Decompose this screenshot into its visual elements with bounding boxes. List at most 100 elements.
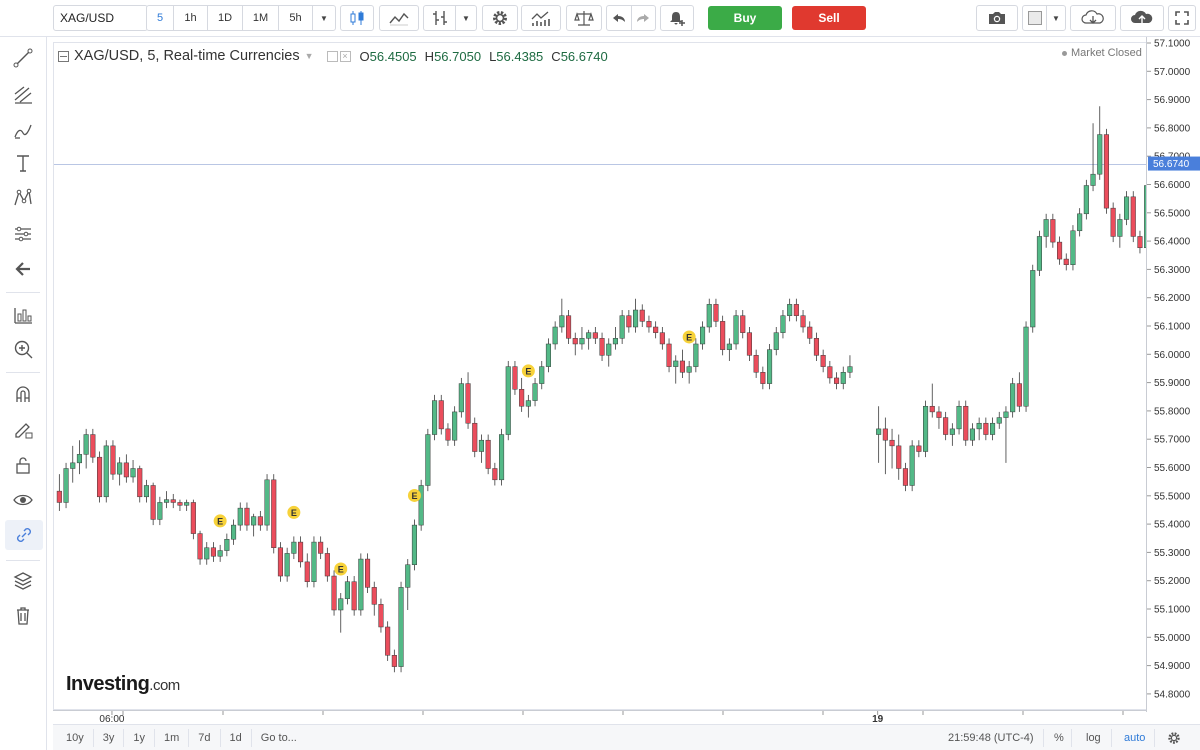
goto-button[interactable]: Go to... bbox=[252, 729, 306, 747]
back-tool[interactable] bbox=[8, 254, 38, 284]
candle-body bbox=[110, 445, 116, 475]
candle bbox=[686, 360, 692, 384]
sell-button[interactable]: Sell bbox=[792, 6, 866, 30]
candle-body bbox=[545, 343, 551, 367]
range-1m[interactable]: 1m bbox=[155, 728, 190, 747]
candle-body bbox=[217, 550, 223, 557]
candle bbox=[929, 383, 935, 418]
color-swatch-icon bbox=[1027, 11, 1042, 25]
candle bbox=[552, 321, 558, 350]
undo-button[interactable] bbox=[607, 6, 632, 30]
save-chart-button[interactable] bbox=[1120, 5, 1164, 31]
candle-body bbox=[916, 445, 922, 452]
fullscreen-button[interactable] bbox=[1168, 5, 1196, 31]
buy-button[interactable]: Buy bbox=[708, 6, 782, 30]
snapshot-button[interactable] bbox=[976, 5, 1018, 31]
object-tree-tool[interactable] bbox=[8, 566, 38, 596]
candle-body bbox=[1083, 185, 1089, 215]
interval-1m[interactable]: 1M bbox=[243, 6, 279, 30]
auto-toggle[interactable]: auto bbox=[1124, 725, 1145, 750]
clock[interactable]: 21:59:48 (UTC-4) bbox=[948, 725, 1034, 750]
candle-body bbox=[103, 445, 109, 498]
time-axis[interactable]: 06:00 19 bbox=[53, 710, 1146, 725]
candle bbox=[1130, 191, 1136, 243]
chart-pane[interactable]: E E E E E E bbox=[53, 42, 1163, 711]
candle bbox=[693, 338, 699, 373]
candle bbox=[505, 360, 511, 441]
candle-body bbox=[1057, 241, 1063, 260]
candle-body bbox=[813, 338, 820, 356]
range-3y[interactable]: 3y bbox=[94, 728, 125, 747]
interval-5[interactable]: 5 bbox=[147, 6, 174, 30]
candle-body bbox=[686, 366, 692, 373]
trend-line-tool[interactable] bbox=[8, 43, 38, 73]
indicators-button[interactable] bbox=[521, 5, 561, 31]
chart-style-dropdown[interactable]: ▼ bbox=[456, 6, 476, 30]
event-label: E bbox=[217, 516, 223, 526]
candle bbox=[398, 581, 404, 673]
background-color-dropdown[interactable]: ▼ bbox=[1047, 6, 1065, 30]
candle bbox=[827, 360, 833, 384]
candle-body bbox=[324, 553, 330, 577]
pattern-tool[interactable] bbox=[8, 183, 38, 213]
symbol-search-input[interactable] bbox=[53, 5, 148, 31]
candle-body bbox=[653, 326, 659, 333]
remove-drawings-tool[interactable] bbox=[8, 600, 38, 630]
candle bbox=[150, 482, 156, 526]
bars-icon bbox=[432, 11, 447, 25]
range-1y[interactable]: 1y bbox=[124, 728, 155, 747]
settings-button[interactable] bbox=[482, 5, 518, 31]
chart-style-area-button[interactable] bbox=[379, 5, 419, 31]
range-10y[interactable]: 10y bbox=[53, 728, 94, 747]
percent-toggle[interactable]: % bbox=[1054, 725, 1064, 750]
candle bbox=[659, 327, 665, 350]
alert-button[interactable] bbox=[660, 5, 694, 31]
redo-button[interactable] bbox=[632, 6, 656, 30]
legend-settings-icon[interactable] bbox=[326, 50, 338, 62]
stay-drawing-tool[interactable] bbox=[8, 414, 38, 444]
interval-5h[interactable]: 5h bbox=[279, 6, 313, 30]
candle-body bbox=[519, 389, 525, 407]
candle bbox=[1117, 213, 1123, 248]
legend-close-icon[interactable]: × bbox=[339, 50, 351, 62]
chart-style-bars-button[interactable] bbox=[424, 6, 456, 30]
candle bbox=[264, 474, 270, 531]
legend-collapse-icon[interactable] bbox=[58, 50, 69, 62]
candle bbox=[1097, 106, 1103, 180]
text-tool[interactable] bbox=[8, 148, 38, 178]
compare-button[interactable] bbox=[566, 5, 602, 31]
candle-body bbox=[876, 428, 882, 435]
interval-1d[interactable]: 1D bbox=[208, 6, 243, 30]
candle bbox=[619, 310, 625, 344]
load-chart-button[interactable] bbox=[1070, 5, 1116, 31]
price-tick-label: 55.6000 bbox=[1154, 463, 1191, 474]
interval-1h[interactable]: 1h bbox=[174, 6, 208, 30]
candlestick-chart[interactable]: E E E E E E bbox=[54, 43, 1163, 711]
legend-title[interactable]: XAG/USD, 5, Real-time Currencies bbox=[74, 48, 300, 64]
chevron-down-icon[interactable]: ▼ bbox=[305, 51, 314, 61]
candle bbox=[586, 329, 592, 350]
price-axis[interactable]: 57.100057.000056.900056.800056.700056.60… bbox=[1146, 37, 1200, 712]
candle bbox=[257, 510, 263, 531]
lock-tool[interactable] bbox=[8, 450, 38, 480]
scale-settings-button[interactable] bbox=[1167, 725, 1181, 750]
brush-tool[interactable] bbox=[8, 115, 38, 145]
candle-body bbox=[150, 485, 156, 520]
magnet-tool[interactable] bbox=[8, 379, 38, 409]
range-7d[interactable]: 7d bbox=[189, 728, 221, 747]
chart-style-candles-button[interactable] bbox=[340, 5, 374, 31]
fib-tool[interactable] bbox=[8, 79, 38, 109]
ruler-tool[interactable] bbox=[8, 300, 38, 330]
candle-body bbox=[539, 366, 545, 384]
sync-drawings-tool[interactable] bbox=[5, 520, 43, 550]
zoom-tool[interactable] bbox=[8, 334, 38, 364]
pattern-icon bbox=[14, 188, 32, 206]
candle bbox=[876, 406, 882, 463]
prediction-tool[interactable] bbox=[8, 219, 38, 249]
log-toggle[interactable]: log bbox=[1086, 725, 1101, 750]
range-1d[interactable]: 1d bbox=[221, 728, 252, 747]
background-color-button[interactable] bbox=[1023, 6, 1047, 30]
visibility-tool[interactable] bbox=[8, 485, 38, 515]
interval-dropdown[interactable]: ▼ bbox=[313, 6, 335, 30]
candle-body bbox=[943, 417, 949, 435]
